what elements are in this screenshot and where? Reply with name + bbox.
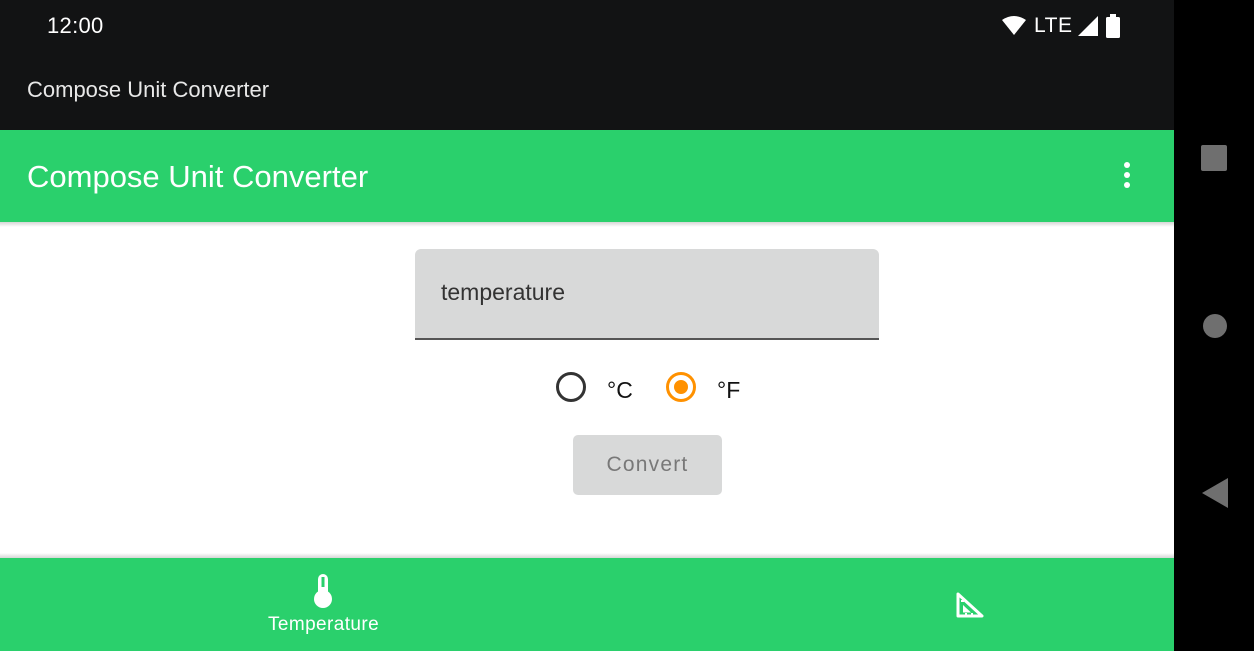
radio-fahrenheit-label[interactable]: °F: [717, 377, 740, 404]
nav-item-temperature-label: Temperature: [267, 614, 380, 635]
top-app-bar: Compose Unit Converter: [0, 130, 1174, 222]
radio-fahrenheit[interactable]: [666, 372, 696, 402]
system-navigation-bar: [1174, 0, 1254, 651]
nav-item-temperature[interactable]: Temperature: [30, 558, 617, 651]
convert-button[interactable]: Convert: [573, 435, 722, 495]
radio-celsius[interactable]: [556, 372, 586, 402]
overflow-menu-icon[interactable]: [1115, 159, 1141, 193]
temperature-field[interactable]: [415, 249, 879, 340]
app-bar-title: Compose Unit Converter: [27, 159, 369, 194]
triangle-ruler-icon: [956, 592, 984, 618]
temperature-input[interactable]: [441, 279, 841, 306]
home-icon[interactable]: [1202, 313, 1228, 339]
status-time: 12:00: [47, 13, 104, 38]
status-icons: LTE: [1002, 12, 1121, 40]
bottom-navigation: Temperature: [0, 558, 1174, 651]
signal-icon: [1078, 16, 1099, 36]
network-type: LTE: [1034, 14, 1073, 37]
nav-item-distance[interactable]: [676, 558, 1174, 651]
wifi-icon: [1002, 16, 1026, 35]
status-bar: 12:00 LTE: [0, 0, 1174, 52]
thermometer-icon: [314, 574, 332, 608]
task-title: Compose Unit Converter: [27, 77, 270, 102]
battery-icon: [1106, 14, 1121, 38]
task-header: Compose Unit Converter: [0, 52, 1174, 130]
recents-icon[interactable]: [1201, 145, 1227, 171]
temperature-content: °C °F Convert: [0, 222, 1174, 558]
phone-screen: 12:00 LTE Compose Unit Converter Compose…: [0, 0, 1174, 651]
back-icon[interactable]: [1202, 478, 1228, 508]
radio-celsius-label[interactable]: °C: [607, 377, 633, 404]
